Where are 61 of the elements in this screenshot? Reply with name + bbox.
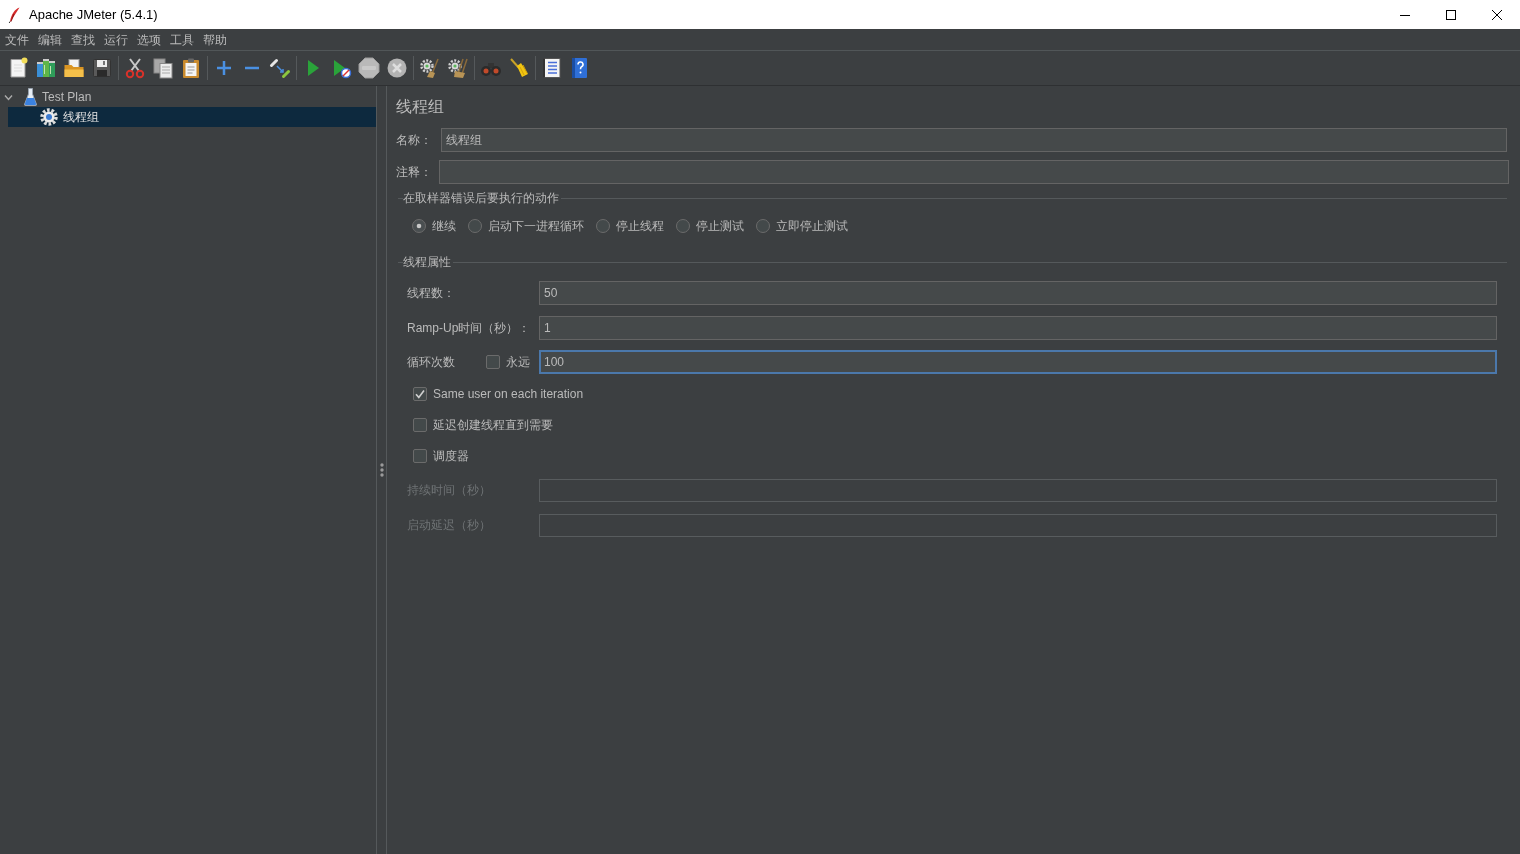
gear-broom-icon[interactable] — [419, 57, 441, 79]
menu-item[interactable]: 运行 — [99, 31, 132, 48]
feather-icon — [8, 6, 20, 23]
radio-label: 启动下一进程循环 — [488, 217, 584, 235]
menu-item[interactable]: 帮助 — [198, 31, 231, 48]
panel-title: 线程组 — [396, 97, 445, 117]
gear-icon — [40, 108, 58, 126]
field-label: Ramp-Up时间（秒）： — [407, 319, 532, 337]
new-file-icon[interactable] — [7, 57, 29, 79]
open-folder-icon[interactable] — [63, 57, 85, 79]
splitter-grip-icon[interactable] — [379, 463, 384, 477]
radio-button[interactable] — [676, 219, 690, 233]
radio-button[interactable] — [468, 219, 482, 233]
checkbox-label: Same user on each iteration — [433, 387, 584, 401]
chevron-down-icon[interactable] — [4, 92, 13, 102]
tree-item[interactable]: Test Plan — [0, 87, 376, 107]
tree-item[interactable]: 线程组 — [8, 107, 376, 127]
radio-button[interactable] — [596, 219, 610, 233]
checkbox-label: 调度器 — [433, 447, 469, 465]
clipboard-icon[interactable] — [180, 57, 202, 79]
comment-field[interactable] — [439, 160, 1509, 184]
ramp-up-field[interactable]: 1 — [539, 316, 1497, 340]
checkbox-label: 延迟创建线程直到需要 — [433, 416, 553, 434]
field-label: 名称： — [396, 131, 433, 149]
checkbox[interactable] — [413, 449, 427, 463]
checkbox[interactable] — [413, 387, 427, 401]
gear-brooms-icon[interactable] — [447, 57, 469, 79]
radio-label: 停止线程 — [616, 217, 664, 235]
field-label: 线程数： — [407, 284, 456, 302]
checkbox[interactable] — [413, 418, 427, 432]
broom-icon[interactable] — [508, 57, 530, 79]
name-field[interactable]: 线程组 — [441, 128, 1507, 152]
checkbox[interactable] — [486, 355, 500, 369]
window-title: Apache JMeter (5.4.1) — [29, 7, 158, 22]
radio-button[interactable] — [756, 219, 770, 233]
thread-count-field[interactable]: 50 — [539, 281, 1497, 305]
maximize-icon[interactable] — [1446, 9, 1456, 20]
field-label: 注释： — [396, 163, 433, 181]
scissors-icon[interactable] — [124, 57, 146, 79]
menu-item[interactable]: 查找 — [66, 31, 99, 48]
group-title: 线程属性 — [403, 253, 451, 271]
loop-count-field[interactable]: 100 — [539, 350, 1497, 374]
checkbox-label: 永远 — [506, 353, 530, 371]
list-document-icon[interactable] — [541, 57, 563, 79]
books-icon[interactable] — [35, 57, 57, 79]
menu-item[interactable]: 选项 — [132, 31, 165, 48]
copy-icon[interactable] — [152, 57, 174, 79]
menu-item[interactable]: 编辑 — [33, 31, 66, 48]
close-icon[interactable] — [1492, 9, 1502, 20]
group-title: 在取样器错误后要执行的动作 — [403, 189, 559, 207]
menu-item[interactable]: 文件 — [0, 31, 33, 48]
field-label: 循环次数 — [407, 353, 456, 371]
flask-icon — [24, 88, 37, 106]
radio-button[interactable] — [412, 219, 426, 233]
radio-label: 立即停止测试 — [776, 217, 848, 235]
menu-item[interactable]: 工具 — [165, 31, 198, 48]
radio-label: 继续 — [432, 217, 456, 235]
stop-sign-icon[interactable] — [358, 57, 380, 79]
toggle-icon[interactable] — [269, 57, 291, 79]
radio-label: 停止测试 — [696, 217, 744, 235]
cross-circle-icon[interactable] — [386, 57, 408, 79]
